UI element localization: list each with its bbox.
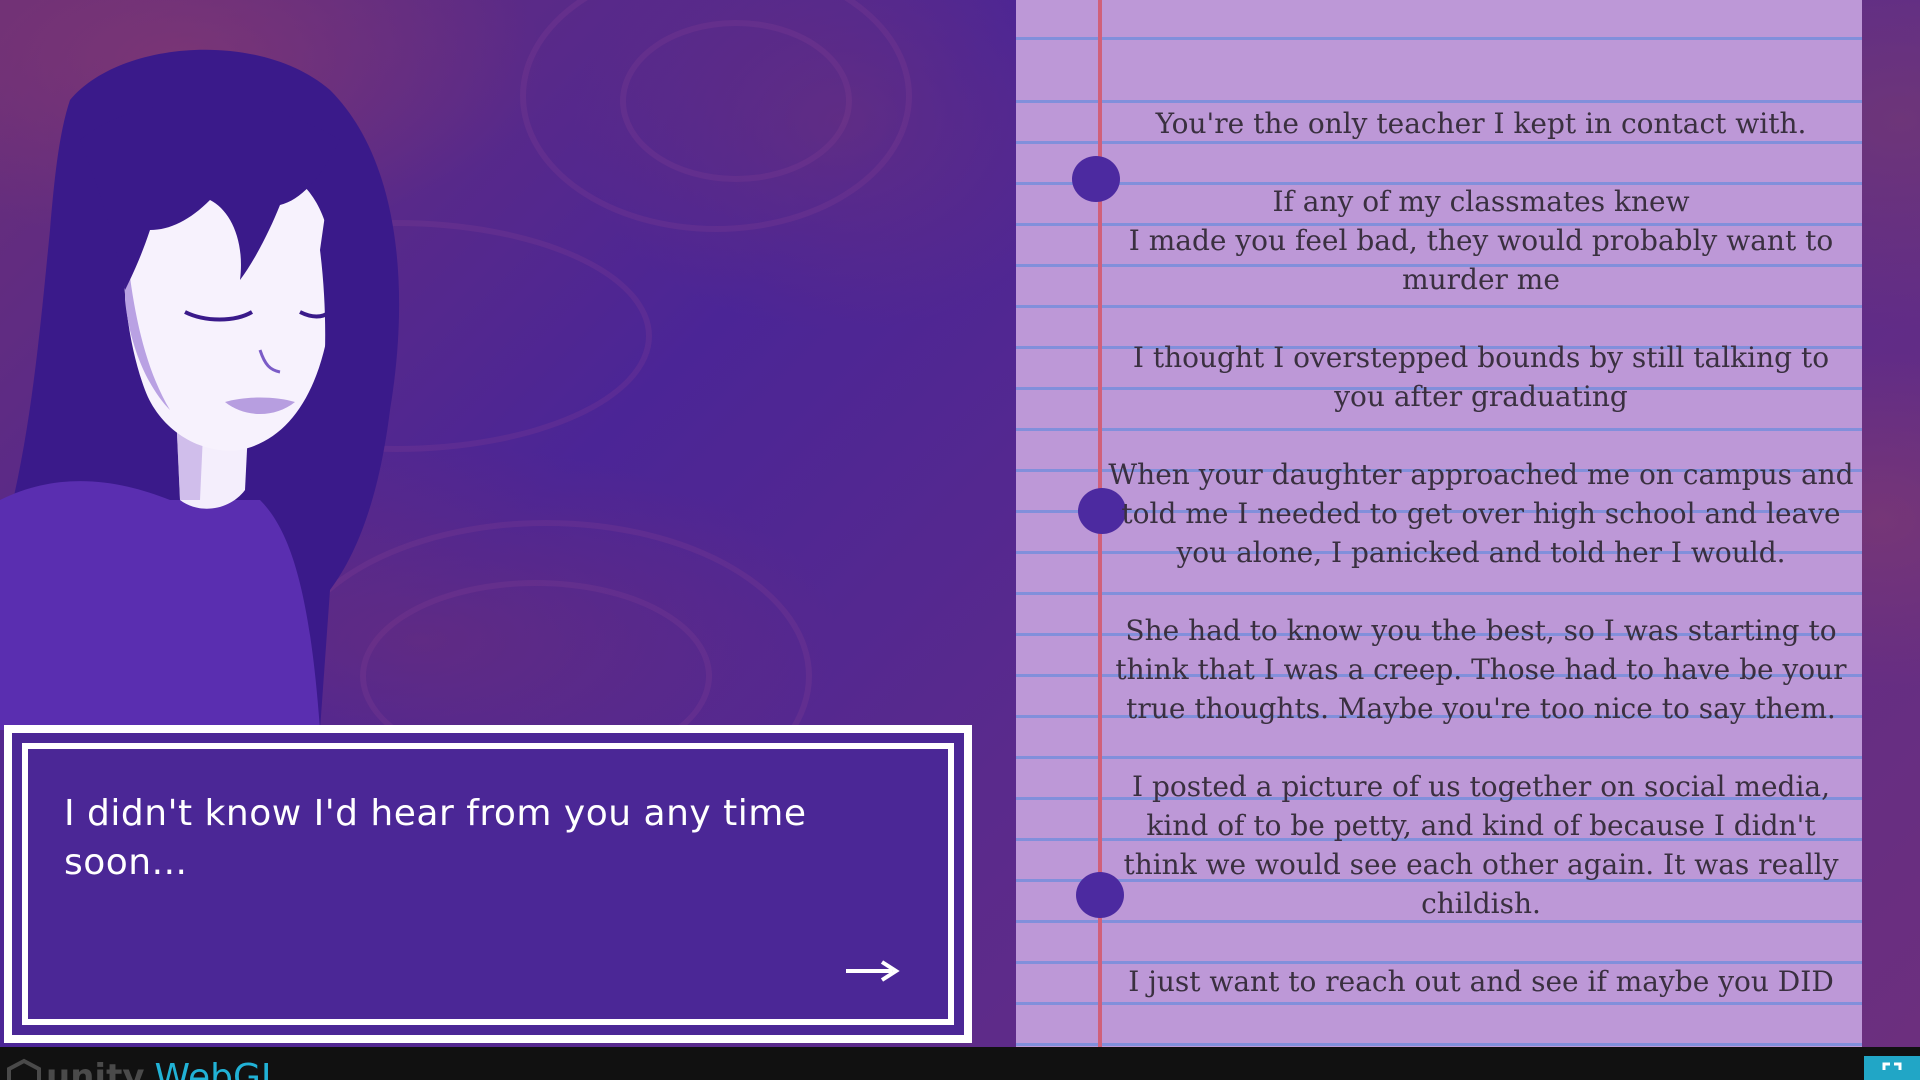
fullscreen-button[interactable]	[1864, 1056, 1920, 1080]
letter-paragraph: I thought I overstepped bounds by still …	[1132, 341, 1830, 413]
webgl-footer: unity WebGL	[0, 1047, 1920, 1080]
letter-paragraph: You're the only teacher I kept in contac…	[1155, 107, 1807, 140]
letter-text: You're the only teacher I kept in contac…	[1108, 104, 1854, 1040]
letter-paragraph: I just want to reach out and see if mayb…	[1128, 965, 1834, 998]
webgl-label: WebGL	[154, 1056, 281, 1080]
dialogue-box[interactable]: I didn't know I'd hear from you any time…	[4, 725, 972, 1043]
right-arrow-icon[interactable]	[844, 959, 900, 983]
unity-cube-icon	[7, 1058, 41, 1080]
letter-paragraph: When your daughter approached me on camp…	[1108, 458, 1854, 569]
dialogue-panel: I didn't know I'd hear from you any time…	[22, 743, 954, 1025]
dialogue-text: I didn't know I'd hear from you any time…	[64, 793, 807, 883]
unity-label: unity	[46, 1057, 145, 1080]
letter-paragraph: She had to know you the best, so I was s…	[1115, 614, 1847, 725]
dialogue-frame: I didn't know I'd hear from you any time…	[12, 733, 964, 1035]
character-portrait	[0, 49, 400, 730]
letter-paragraph: I posted a picture of us together on soc…	[1123, 770, 1839, 920]
letter-paragraph: If any of my classmates knew I made you …	[1128, 185, 1834, 296]
fullscreen-icon	[1882, 1062, 1902, 1070]
unity-logo: unity WebGL	[4, 1057, 281, 1080]
notebook-letter: You're the only teacher I kept in contac…	[1016, 0, 1862, 1047]
game-scene: You're the only teacher I kept in contac…	[0, 0, 1920, 1047]
background-swirl	[620, 20, 852, 182]
